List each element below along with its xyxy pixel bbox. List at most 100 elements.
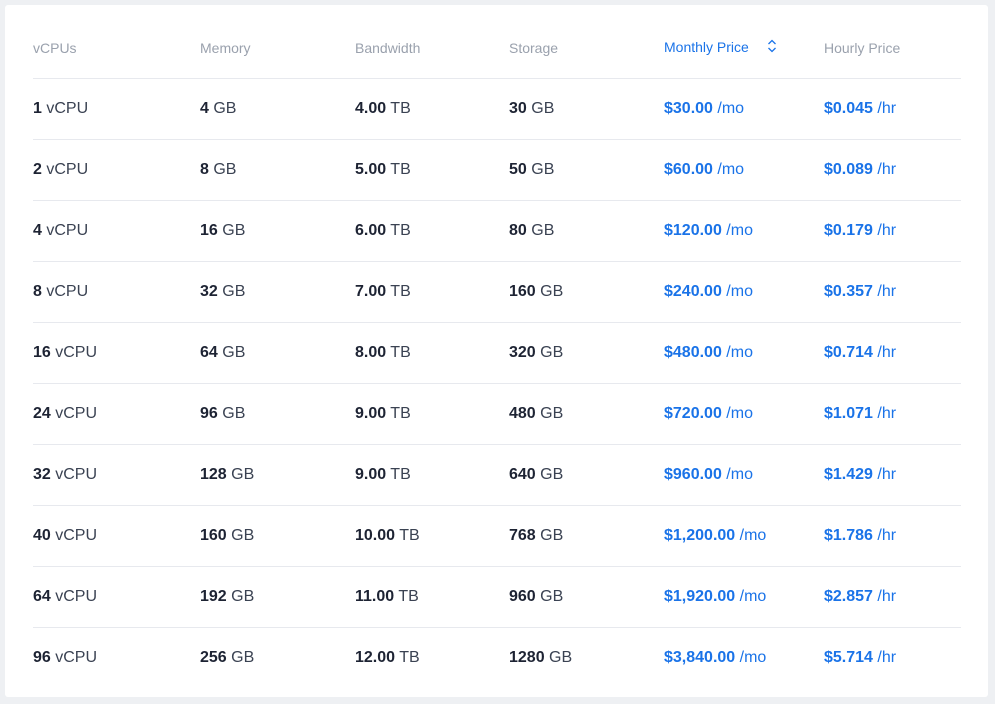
hourly-price-cell: $0.089 /hr bbox=[824, 139, 961, 201]
table-header-row: vCPUs Memory Bandwidth Storage Monthly P… bbox=[33, 17, 961, 79]
table-row[interactable]: 1 vCPU 4 GB 4.00 TB 30 GB $30.00 /mo $0.045 /… bbox=[33, 78, 961, 140]
column-header-bandwidth[interactable]: Bandwidth bbox=[355, 17, 509, 79]
hourly-price-cell-value: $5.714 bbox=[824, 649, 873, 666]
table-row[interactable]: 16 vCPU 64 GB 8.00 TB 320 GB $480.00 /mo $0.7… bbox=[33, 322, 961, 384]
bandwidth-cell-unit: TB bbox=[399, 649, 420, 666]
storage-cell-value: 640 bbox=[509, 466, 536, 483]
monthly-price-cell-unit: /mo bbox=[717, 161, 745, 178]
memory-cell-value: 128 bbox=[200, 466, 227, 483]
bandwidth-cell: 9.00 TB bbox=[355, 444, 509, 506]
bandwidth-cell-value: 7.00 bbox=[355, 283, 387, 300]
bandwidth-cell: 11.00 TB bbox=[355, 566, 509, 628]
monthly-price-cell-value: $60.00 bbox=[664, 161, 713, 178]
hourly-price-cell: $5.714 /hr bbox=[824, 628, 961, 689]
memory-cell-value: 64 bbox=[200, 344, 218, 361]
bandwidth-cell: 10.00 TB bbox=[355, 505, 509, 567]
hourly-price-cell: $0.045 /hr bbox=[824, 78, 961, 140]
hourly-price-cell: $1.786 /hr bbox=[824, 505, 961, 567]
table-row[interactable]: 96 vCPU 256 GB 12.00 TB 1280 GB $3,840.00 /m… bbox=[33, 628, 961, 689]
memory-cell: 64 GB bbox=[200, 322, 355, 384]
sort-updown-icon[interactable] bbox=[767, 39, 777, 56]
vcpus-cell: 24 vCPU bbox=[33, 383, 200, 445]
bandwidth-cell: 9.00 TB bbox=[355, 383, 509, 445]
storage-cell: 80 GB bbox=[509, 200, 664, 262]
table-row[interactable]: 8 vCPU 32 GB 7.00 TB 160 GB $240.00 /mo $0.35… bbox=[33, 261, 961, 323]
memory-cell: 160 GB bbox=[200, 505, 355, 567]
memory-cell-value: 256 bbox=[200, 649, 227, 666]
hourly-price-cell: $0.357 /hr bbox=[824, 261, 961, 323]
bandwidth-cell: 4.00 TB bbox=[355, 78, 509, 140]
storage-cell-value: 320 bbox=[509, 344, 536, 361]
bandwidth-cell-unit: TB bbox=[390, 283, 411, 300]
vcpus-cell-unit: vCPU bbox=[55, 649, 98, 666]
column-header-hourly-price[interactable]: Hourly Price bbox=[824, 17, 961, 79]
monthly-price-cell: $1,200.00 /mo bbox=[664, 505, 824, 567]
hourly-price-cell: $0.179 /hr bbox=[824, 200, 961, 262]
hourly-price-cell-unit: /hr bbox=[877, 283, 897, 300]
storage-cell: 480 GB bbox=[509, 383, 664, 445]
hourly-price-cell-unit: /hr bbox=[877, 588, 897, 605]
vcpus-cell: 40 vCPU bbox=[33, 505, 200, 567]
table-row[interactable]: 32 vCPU 128 GB 9.00 TB 640 GB $960.00 /mo $1.… bbox=[33, 444, 961, 506]
vcpus-cell: 1 vCPU bbox=[33, 78, 200, 140]
hourly-price-cell-unit: /hr bbox=[877, 466, 897, 483]
vcpus-cell: 16 vCPU bbox=[33, 322, 200, 384]
vcpus-cell-value: 2 bbox=[33, 161, 42, 178]
bandwidth-cell: 8.00 TB bbox=[355, 322, 509, 384]
column-header-memory[interactable]: Memory bbox=[200, 17, 355, 79]
column-header-vcpus[interactable]: vCPUs bbox=[33, 17, 200, 79]
storage-cell: 320 GB bbox=[509, 322, 664, 384]
monthly-price-cell-unit: /mo bbox=[717, 100, 745, 117]
vcpus-cell: 2 vCPU bbox=[33, 139, 200, 201]
storage-cell: 1280 GB bbox=[509, 628, 664, 689]
storage-cell-value: 480 bbox=[509, 405, 536, 422]
bandwidth-cell: 7.00 TB bbox=[355, 261, 509, 323]
vcpus-cell-unit: vCPU bbox=[46, 222, 89, 239]
storage-cell-unit: GB bbox=[540, 588, 564, 605]
column-header-monthly-price[interactable]: Monthly Price bbox=[664, 17, 824, 79]
hourly-price-cell-unit: /hr bbox=[877, 405, 897, 422]
hourly-price-cell: $1.429 /hr bbox=[824, 444, 961, 506]
storage-cell-unit: GB bbox=[540, 344, 564, 361]
vcpus-cell: 64 vCPU bbox=[33, 566, 200, 628]
monthly-price-cell-value: $120.00 bbox=[664, 222, 722, 239]
monthly-price-cell-value: $480.00 bbox=[664, 344, 722, 361]
vcpus-cell-unit: vCPU bbox=[55, 588, 98, 605]
column-header-storage[interactable]: Storage bbox=[509, 17, 664, 79]
monthly-price-cell: $60.00 /mo bbox=[664, 139, 824, 201]
memory-cell-value: 32 bbox=[200, 283, 218, 300]
hourly-price-cell-value: $0.089 bbox=[824, 161, 873, 178]
hourly-price-cell: $2.857 /hr bbox=[824, 566, 961, 628]
table-row[interactable]: 64 vCPU 192 GB 11.00 TB 960 GB $1,920.00 /mo… bbox=[33, 566, 961, 628]
monthly-price-cell: $3,840.00 /mo bbox=[664, 628, 824, 689]
monthly-price-cell-value: $30.00 bbox=[664, 100, 713, 117]
vcpus-cell-unit: vCPU bbox=[55, 527, 98, 544]
storage-cell: 768 GB bbox=[509, 505, 664, 567]
vcpus-cell: 4 vCPU bbox=[33, 200, 200, 262]
table-row[interactable]: 2 vCPU 8 GB 5.00 TB 50 GB $60.00 /mo $0.089 /… bbox=[33, 139, 961, 201]
bandwidth-cell-unit: TB bbox=[399, 527, 420, 544]
monthly-price-cell: $480.00 /mo bbox=[664, 322, 824, 384]
bandwidth-cell-value: 5.00 bbox=[355, 161, 387, 178]
bandwidth-cell: 6.00 TB bbox=[355, 200, 509, 262]
memory-cell-value: 192 bbox=[200, 588, 227, 605]
hourly-price-cell-unit: /hr bbox=[877, 222, 897, 239]
hourly-price-cell-unit: /hr bbox=[877, 161, 897, 178]
memory-cell: 192 GB bbox=[200, 566, 355, 628]
monthly-price-cell-unit: /mo bbox=[726, 466, 753, 483]
vcpus-cell: 96 vCPU bbox=[33, 628, 200, 689]
monthly-price-cell-unit: /mo bbox=[726, 344, 753, 361]
table-row[interactable]: 40 vCPU 160 GB 10.00 TB 768 GB $1,200.00 /mo… bbox=[33, 505, 961, 567]
vcpus-cell-value: 40 bbox=[33, 527, 51, 544]
pricing-card: vCPUs Memory Bandwidth Storage Monthly P… bbox=[5, 5, 988, 697]
vcpus-cell-value: 1 bbox=[33, 100, 42, 117]
table-row[interactable]: 4 vCPU 16 GB 6.00 TB 80 GB $120.00 /mo $0.179… bbox=[33, 200, 961, 262]
storage-cell-value: 160 bbox=[509, 283, 536, 300]
vcpus-cell-value: 32 bbox=[33, 466, 51, 483]
bandwidth-cell: 12.00 TB bbox=[355, 628, 509, 689]
bandwidth-cell-value: 12.00 bbox=[355, 649, 396, 666]
table-row[interactable]: 24 vCPU 96 GB 9.00 TB 480 GB $720.00 /mo $1.0… bbox=[33, 383, 961, 445]
memory-cell-value: 8 bbox=[200, 161, 209, 178]
vcpus-cell-unit: vCPU bbox=[55, 405, 98, 422]
vcpus-cell-value: 96 bbox=[33, 649, 51, 666]
